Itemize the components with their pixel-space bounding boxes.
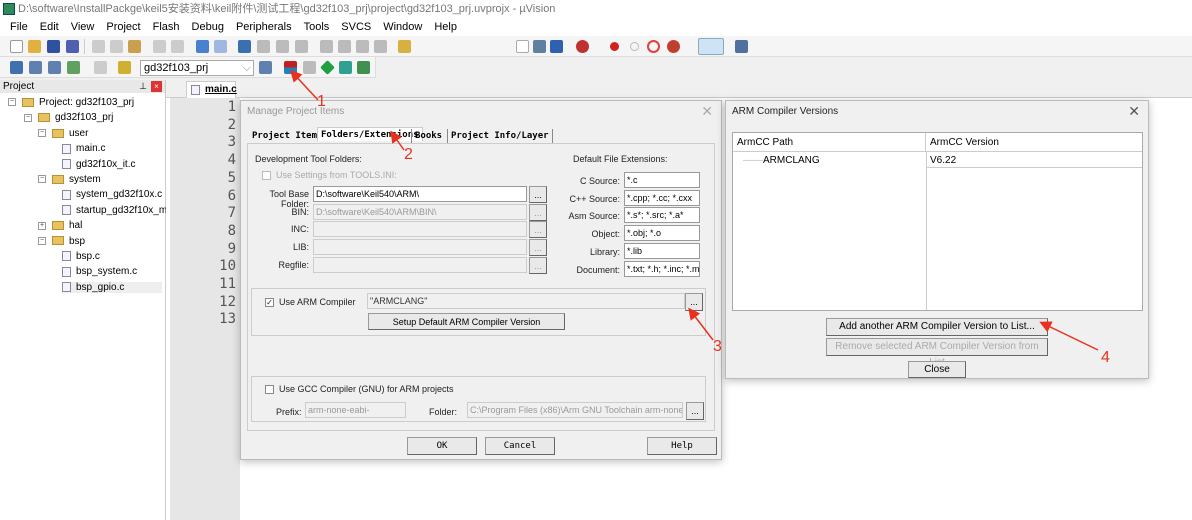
annotation-3: 3 bbox=[713, 338, 722, 355]
arrow-2 bbox=[390, 130, 405, 151]
annotation-1: 1 bbox=[317, 93, 326, 110]
arrow-4 bbox=[1039, 321, 1099, 351]
annotation-4: 4 bbox=[1101, 349, 1110, 366]
arrow-1 bbox=[289, 69, 319, 101]
arrow-3 bbox=[688, 307, 714, 341]
annotation-arrows bbox=[289, 69, 1099, 351]
annotation-2: 2 bbox=[404, 146, 413, 163]
